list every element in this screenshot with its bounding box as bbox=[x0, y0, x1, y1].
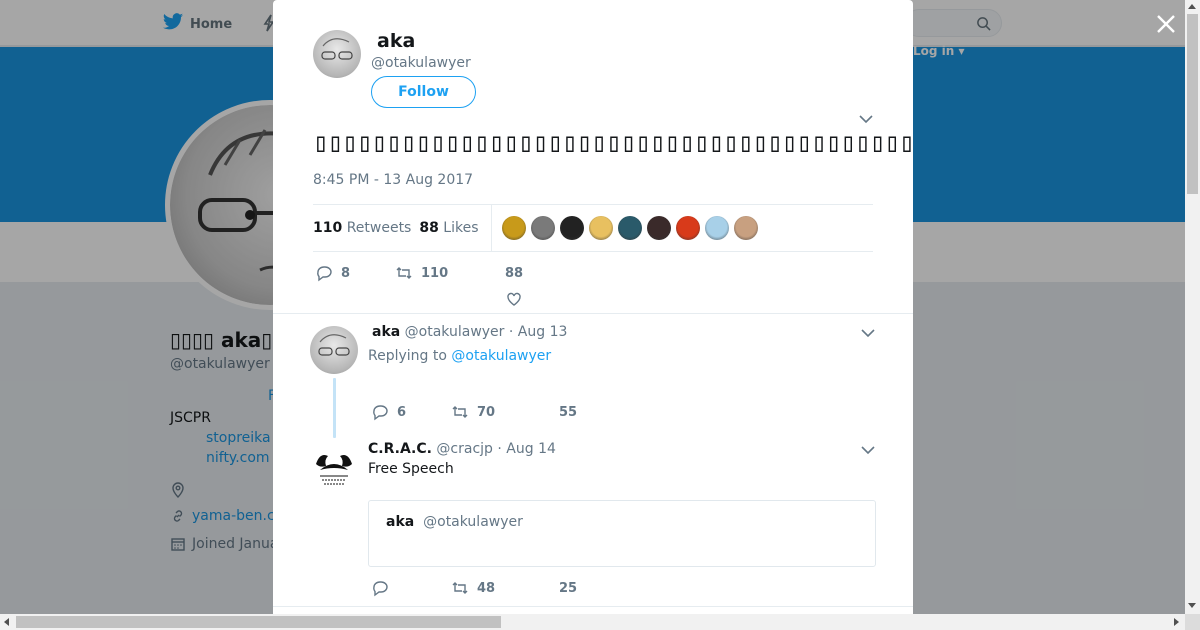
retweet-button[interactable]: 110 bbox=[395, 264, 505, 282]
retweet-icon bbox=[396, 267, 412, 279]
liker-avatar[interactable] bbox=[733, 216, 758, 240]
thread-connector bbox=[333, 378, 336, 438]
reply-button[interactable] bbox=[371, 579, 451, 597]
liker-avatar[interactable] bbox=[588, 216, 613, 240]
reply-author-handle[interactable]: @otakulawyer bbox=[405, 324, 505, 340]
reply-count: 8 bbox=[341, 265, 351, 281]
reply-date[interactable]: · Aug 13 bbox=[509, 324, 568, 340]
divider bbox=[273, 606, 913, 607]
reply-button[interactable]: 8 bbox=[315, 264, 395, 282]
liker-avatar[interactable] bbox=[704, 216, 729, 240]
vertical-scroll-thumb[interactable] bbox=[1187, 14, 1198, 194]
reply-author-name[interactable]: C.R.A.C. bbox=[368, 441, 432, 457]
like-count: 25 bbox=[559, 580, 578, 596]
scroll-left-arrow-icon[interactable] bbox=[4, 618, 9, 626]
reply-actions: 6 70 55 bbox=[371, 403, 577, 421]
likes-stat[interactable]: 88 Likes bbox=[419, 220, 478, 236]
liker-avatar[interactable] bbox=[675, 216, 700, 240]
like-button[interactable]: 88 bbox=[505, 265, 524, 306]
reply-avatar[interactable] bbox=[310, 326, 358, 374]
likes-count: 88 bbox=[419, 220, 439, 236]
author-avatar[interactable] bbox=[313, 30, 361, 78]
retweets-stat[interactable]: 110 Retweets bbox=[313, 220, 411, 236]
like-count: 55 bbox=[559, 404, 578, 420]
reply-avatar[interactable] bbox=[310, 444, 358, 492]
retweets-count: 110 bbox=[313, 220, 343, 236]
horizontal-scrollbar[interactable] bbox=[0, 614, 1185, 630]
like-button[interactable]: 25 bbox=[559, 581, 577, 596]
scroll-down-arrow-icon[interactable] bbox=[1188, 603, 1196, 608]
liker-avatars bbox=[501, 216, 758, 240]
chevron-down-icon[interactable] bbox=[859, 114, 873, 124]
tweet-timestamp[interactable]: 8:45 PM - 13 Aug 2017 bbox=[313, 172, 473, 188]
retweet-count: 70 bbox=[477, 404, 496, 420]
quoted-author: aka @otakulawyer bbox=[386, 514, 523, 530]
heart-icon bbox=[507, 292, 521, 306]
reply-icon bbox=[373, 405, 388, 421]
follow-button[interactable]: Follow bbox=[371, 76, 476, 108]
retweet-icon bbox=[452, 582, 468, 594]
like-count: 88 bbox=[505, 265, 524, 281]
reply-header: C.R.A.C. @cracjp · Aug 14 bbox=[368, 441, 556, 457]
quoted-author-name: aka bbox=[386, 514, 415, 530]
author-handle[interactable]: @otakulawyer bbox=[371, 55, 471, 71]
retweet-button[interactable]: 48 bbox=[451, 579, 559, 597]
vertical-scrollbar[interactable] bbox=[1185, 0, 1200, 614]
reply-date[interactable]: · Aug 14 bbox=[497, 441, 556, 457]
quoted-author-handle: @otakulawyer bbox=[423, 514, 523, 530]
retweets-label: Retweets bbox=[346, 220, 412, 236]
close-icon[interactable] bbox=[1154, 12, 1178, 36]
scroll-up-arrow-icon[interactable] bbox=[1188, 4, 1196, 9]
liker-avatar[interactable] bbox=[617, 216, 642, 240]
reply-button[interactable]: 6 bbox=[371, 403, 451, 421]
reply-author-handle[interactable]: @cracjp bbox=[436, 441, 493, 457]
scrollbar-corner bbox=[1185, 614, 1200, 630]
replying-prefix: Replying to bbox=[368, 348, 447, 364]
replying-to: Replying to @otakulawyer bbox=[368, 348, 551, 364]
quoted-tweet[interactable]: aka @otakulawyer bbox=[368, 500, 876, 567]
tweet-text: ▯▯▯▯▯▯▯▯▯▯▯▯▯▯▯▯▯▯▯▯▯▯▯▯▯▯▯▯▯▯▯▯▯▯▯▯▯▯▯▯… bbox=[313, 128, 913, 158]
retweet-count: 110 bbox=[421, 265, 449, 281]
liker-avatar[interactable] bbox=[501, 216, 526, 240]
liker-avatar[interactable] bbox=[530, 216, 555, 240]
tweet-actions: 8 110 88 bbox=[315, 264, 524, 306]
stats-divider bbox=[490, 204, 492, 252]
author-name[interactable]: aka bbox=[377, 30, 415, 52]
like-button[interactable]: 55 bbox=[559, 405, 577, 420]
reply-count: 6 bbox=[397, 404, 407, 420]
chevron-down-icon[interactable] bbox=[861, 328, 875, 338]
retweet-count: 48 bbox=[477, 580, 496, 596]
reply-header: aka @otakulawyer · Aug 13 bbox=[372, 324, 567, 340]
tweet-modal: aka @otakulawyer Follow ▯▯▯▯▯▯▯▯▯▯▯▯▯▯▯▯… bbox=[273, 0, 913, 614]
tweet-stats: 110 Retweets 88 Likes bbox=[313, 204, 873, 252]
retweet-icon bbox=[452, 406, 468, 418]
replying-to-link[interactable]: @otakulawyer bbox=[451, 348, 551, 364]
liker-avatar[interactable] bbox=[646, 216, 671, 240]
chevron-down-icon[interactable] bbox=[861, 445, 875, 455]
horizontal-scroll-thumb[interactable] bbox=[16, 616, 501, 628]
reply-icon bbox=[317, 266, 332, 282]
reply-actions: 48 25 bbox=[371, 579, 577, 597]
reply-author-name[interactable]: aka bbox=[372, 324, 400, 340]
likes-label: Likes bbox=[443, 220, 479, 236]
divider bbox=[273, 313, 913, 314]
retweet-button[interactable]: 70 bbox=[451, 403, 559, 421]
scroll-right-arrow-icon[interactable] bbox=[1174, 618, 1179, 626]
liker-avatar[interactable] bbox=[559, 216, 584, 240]
reply-icon bbox=[373, 581, 388, 597]
reply-text: Free Speech bbox=[368, 461, 454, 477]
